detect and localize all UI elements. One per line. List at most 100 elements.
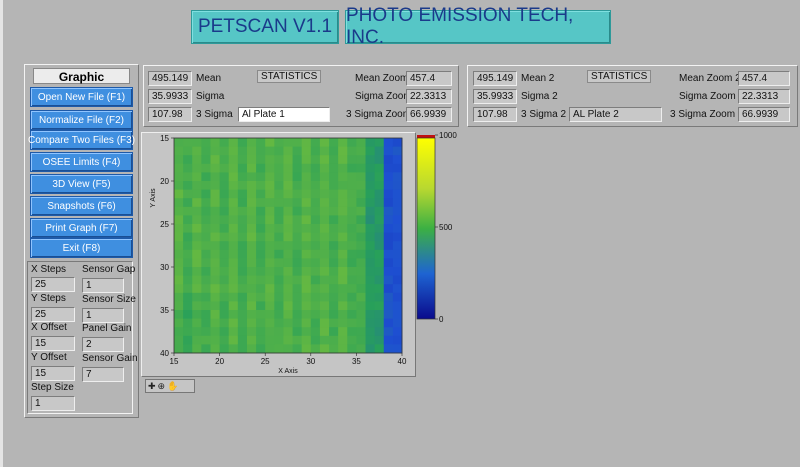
heatmap-cell [274,249,284,259]
heatmap-cell [329,310,339,319]
heatmap-cell [210,155,220,165]
heatmap-cell [319,232,330,242]
heatmap-cell [365,258,376,268]
heatmap-cell [338,301,348,311]
heatmap-cell [374,267,385,276]
heatmap-cell [365,155,376,165]
heatmap-cell [237,241,248,251]
exit-button[interactable]: Exit (F8) [30,238,133,258]
sigma-2-label: Sigma 2 [521,91,558,102]
heatmap-cell [356,198,366,208]
heatmap-cell [219,301,230,311]
heatmap-cell [301,172,312,182]
heatmap-cell [228,172,239,182]
heatmap-cell [383,224,394,233]
heatmap-cell [192,258,202,268]
compare-two-files-button[interactable]: Compare Two Files (F3) [28,130,135,150]
graphic-displays-title: Graphic Displays [33,68,130,100]
heatmap-cell [319,172,330,182]
heatmap-cell [228,284,239,294]
snapshots-button[interactable]: Snapshots (F6) [30,196,133,216]
heatmap-cell [319,344,330,354]
heatmap-cell [292,146,303,156]
heatmap-cell [237,258,248,268]
heatmap-cell [228,249,239,259]
heatmap-cell [274,198,284,208]
heatmap-cell [283,206,293,216]
normalize-file-button[interactable]: Normalize File (F2) [30,110,133,130]
heatmap-cell [183,224,193,233]
sensor-size-field[interactable]: 1 [82,308,124,323]
heatmap-cell [228,189,239,199]
heatmap-cell [237,146,248,156]
heatmap-cell [265,344,275,354]
heatmap-cell [219,198,230,208]
heatmap-cell [365,335,376,345]
plate-name-field-1[interactable]: Al Plate 1 [238,107,330,122]
heatmap-cell [392,335,403,345]
heatmap-cell [292,335,303,345]
heatmap-cell [301,232,312,242]
heatmap-cell [210,206,220,216]
heatmap-cell [210,275,220,285]
open-new-file-button[interactable]: Open New File (F1) [30,87,133,107]
heatmap-cell [329,232,339,242]
heatmap-cell [392,206,403,216]
heatmap-cell [219,335,230,345]
heatmap-cell [310,155,321,165]
heatmap-cell [392,181,403,190]
sigma-zoom-label: Sigma Zoom [355,91,412,102]
sensor-gap-label: Sensor Gap [82,264,136,275]
sensor-gap-field[interactable]: 1 [82,278,124,293]
heatmap-cell [201,318,211,328]
heatmap-cell [319,310,330,319]
heatmap-cell [356,232,366,242]
heatmap-cell [192,301,202,311]
heatmap-cell [301,318,312,328]
heatmap-cell [219,258,230,268]
heatmap-cell [210,258,220,268]
pan-hand-icon[interactable]: ✋ [167,381,178,391]
heatmap-cell [283,344,293,354]
step-size-field[interactable]: 1 [31,396,75,411]
heatmap-cell [292,327,303,337]
3d-view-button[interactable]: 3D View (F5) [30,174,133,194]
x-offset-field[interactable]: 15 [31,336,75,351]
colorbar: 1000 500 0 [416,131,457,324]
cursor-move-icon[interactable]: ✚ [148,381,156,391]
heatmap-cell [301,327,312,337]
heatmap-cell [365,301,376,311]
y-steps-field[interactable]: 25 [31,307,75,322]
heatmap-cell [246,138,257,147]
heatmap-cell [274,215,284,225]
heatmap-cell [174,198,184,208]
heatmap-cell [201,181,211,190]
heatmap-cell [219,189,230,199]
heatmap-cell [310,267,321,276]
panel-gain-field[interactable]: 2 [82,337,124,352]
heatmap-cell [383,249,394,259]
x-steps-field[interactable]: 25 [31,277,75,292]
heatmap-cell [228,327,239,337]
y-offset-field[interactable]: 15 [31,366,75,381]
heatmap-cell [347,146,357,156]
sensor-gain-field[interactable]: 7 [82,367,124,382]
heatmap-chart[interactable]: 15 20 25 30 35 40152025303540X AxisY Axis [141,132,416,377]
heatmap-cell [374,215,385,225]
zoom-icon[interactable]: ⊕ [158,381,166,391]
heatmap-cell [392,275,403,285]
heatmap-cell [338,155,348,165]
heatmap-cell [174,224,184,233]
heatmap-cell [383,292,394,302]
osee-limits-button[interactable]: OSEE Limits (F4) [30,152,133,172]
heatmap-cell [347,267,357,276]
heatmap-cell [265,292,275,302]
print-graph-button[interactable]: Print Graph (F7) [30,218,133,238]
heatmap-cell [356,275,366,285]
heatmap-cell [183,189,193,199]
heatmap-cell [274,301,284,311]
plate-name-field-2[interactable]: AL Plate 2 [569,107,662,122]
heatmap-cell [210,327,220,337]
heatmap-cell [310,198,321,208]
heatmap-cell [246,292,257,302]
